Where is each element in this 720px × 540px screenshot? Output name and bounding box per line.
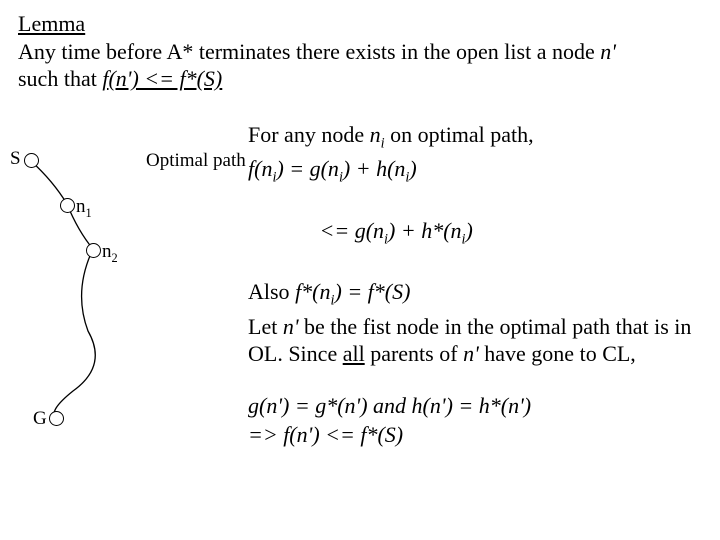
node-n1 [60,198,75,213]
lemma-statement: Lemma Any time before A* terminates ther… [18,10,702,93]
proof-line-2: f(ni) = g(ni) + h(ni) [248,155,702,187]
node-s-label: S [10,147,21,171]
proof-text: For any node ni on optimal path, f(ni) =… [248,121,702,451]
node-n2-label: n2 [102,240,118,266]
proof-line-1: For any node ni on optimal path, [248,121,702,153]
node-n2 [86,243,101,258]
proof-line-5: Let n' be the fist node in the optimal p… [248,313,702,368]
node-n1-label: n1 [76,195,92,221]
node-s [24,153,39,168]
node-g [49,411,64,426]
lemma-line-2: such that f(n') <= f*(S) [18,65,702,93]
slide: Lemma Any time before A* terminates ther… [0,0,720,540]
proof-line-3: <= g(ni) + h*(ni) [248,189,702,276]
lemma-line-1: Any time before A* terminates there exis… [18,38,702,66]
lemma-title: Lemma [18,11,85,36]
proof-line-7: => f(n') <= f*(S) [248,421,702,449]
node-g-label: G [33,407,47,431]
optimal-path-label: Optimal path [146,149,246,173]
diagram: S n1 n2 G Optimal path [18,121,248,451]
proof-line-4: Also f*(ni) = f*(S) [248,278,702,310]
proof-line-6: g(n') = g*(n') and h(n') = h*(n') [248,392,702,420]
